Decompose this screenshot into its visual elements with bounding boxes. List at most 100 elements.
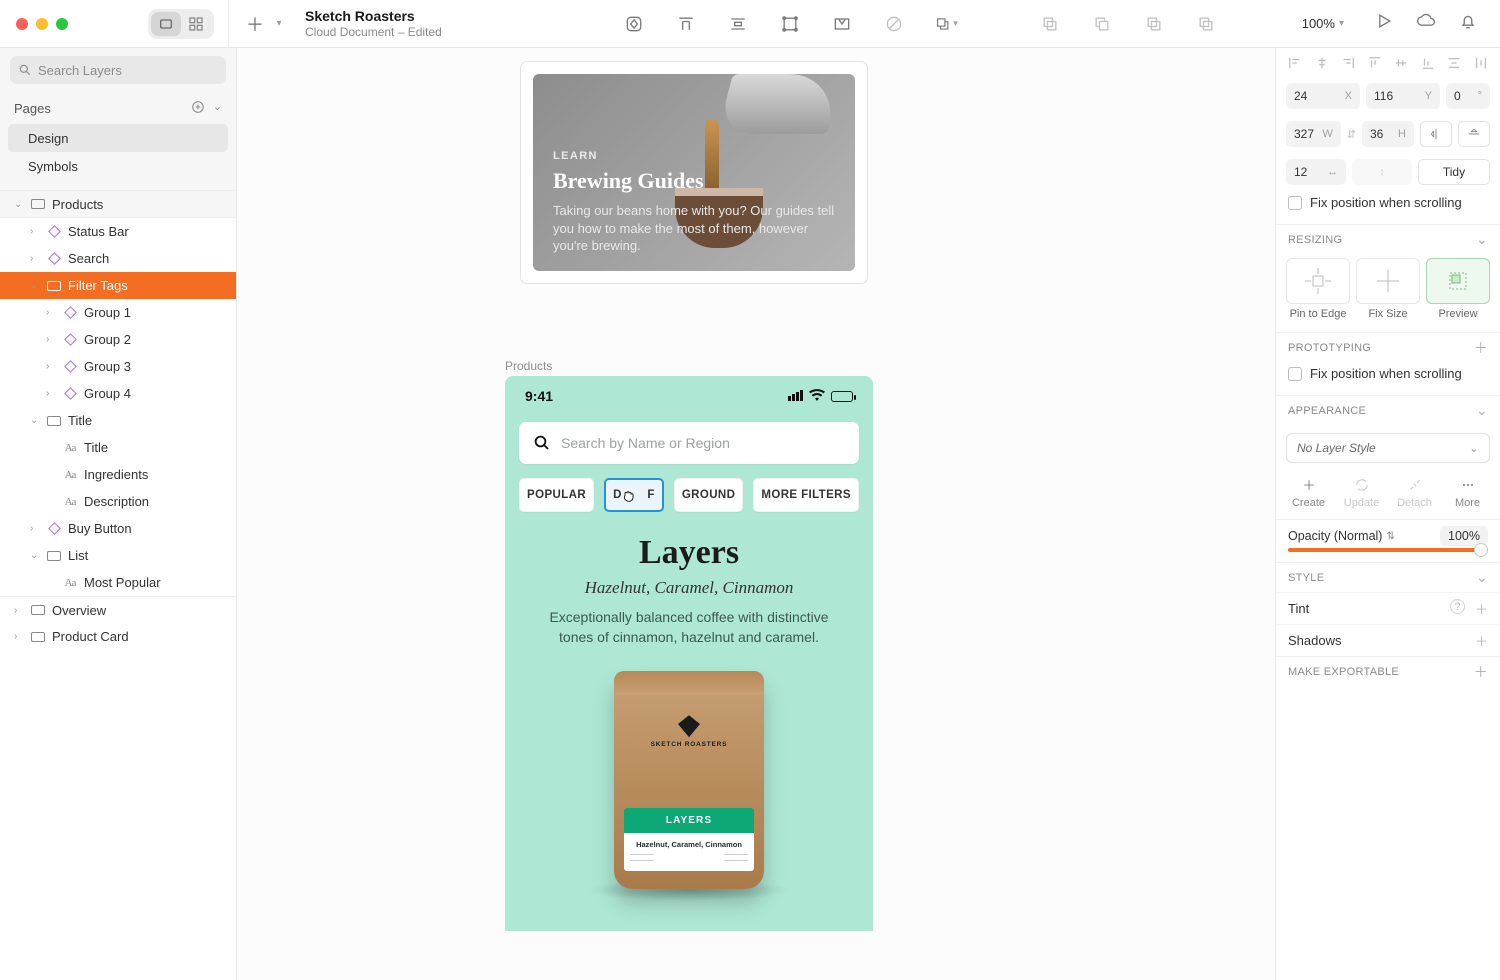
subtract-icon[interactable] bbox=[1090, 12, 1114, 36]
style-more-button[interactable]: More bbox=[1443, 477, 1493, 509]
products-artboard[interactable]: 9:41 Search by Name or Region POPULAR DE… bbox=[505, 376, 873, 931]
view-canvas-icon[interactable] bbox=[151, 12, 181, 36]
export-header[interactable]: MAKE EXPORTABLE＋ bbox=[1276, 656, 1500, 686]
add-page-icon[interactable] bbox=[191, 100, 205, 117]
align-bottom-icon[interactable] bbox=[1421, 56, 1435, 73]
page-item-design[interactable]: Design bbox=[8, 124, 228, 152]
layer-filter-tags[interactable]: ⌄Filter Tags bbox=[0, 272, 236, 299]
filter-ground[interactable]: GROUND bbox=[674, 478, 744, 512]
page-item-symbols[interactable]: Symbols bbox=[0, 152, 236, 180]
align-center-v-icon[interactable] bbox=[1394, 56, 1408, 73]
blend-mode-chevron-icon[interactable]: ⇅ bbox=[1386, 531, 1394, 542]
style-header[interactable]: STYLE⌄ bbox=[1276, 562, 1500, 592]
zoom-control[interactable]: 100%▾ bbox=[1302, 16, 1352, 31]
filter-more[interactable]: MORE FILTERS bbox=[753, 478, 859, 512]
y-field[interactable]: 116Y bbox=[1366, 83, 1440, 109]
filter-popular[interactable]: POPULAR bbox=[519, 478, 594, 512]
chevron-down-icon[interactable]: ⌄ bbox=[1476, 402, 1488, 419]
resize-preview-card[interactable] bbox=[1426, 258, 1490, 304]
pages-chevron-icon[interactable]: ⌄ bbox=[213, 100, 222, 117]
layer-ingredients-text[interactable]: AaIngredients bbox=[0, 461, 236, 488]
layer-description-text[interactable]: AaDescription bbox=[0, 488, 236, 515]
help-icon[interactable]: ? bbox=[1450, 599, 1465, 614]
distribute-v-icon[interactable] bbox=[1447, 56, 1461, 73]
layer-list-folder[interactable]: ⌄List bbox=[0, 542, 236, 569]
tidy-button[interactable]: Tidy bbox=[1418, 159, 1490, 185]
mask-tool-icon[interactable] bbox=[882, 12, 906, 36]
insert-menu-chevron-icon[interactable]: ▾ bbox=[267, 12, 291, 36]
notifications-bell-icon[interactable] bbox=[1458, 11, 1478, 36]
style-detach-button[interactable]: Detach bbox=[1390, 477, 1440, 509]
add-icon[interactable]: ＋ bbox=[1475, 599, 1488, 618]
opacity-slider[interactable] bbox=[1288, 548, 1488, 552]
h-field[interactable]: 36H bbox=[1362, 121, 1414, 147]
view-components-icon[interactable] bbox=[181, 12, 211, 36]
layer-style-select[interactable]: No Layer Style⌄ bbox=[1286, 433, 1490, 463]
layer-title-text[interactable]: AaTitle bbox=[0, 434, 236, 461]
layer-group-3[interactable]: ›Group 3 bbox=[0, 353, 236, 380]
layer-status-bar[interactable]: ›Status Bar bbox=[0, 218, 236, 245]
group-icon[interactable] bbox=[778, 12, 802, 36]
close-window-icon[interactable] bbox=[16, 18, 28, 30]
add-icon[interactable]: ＋ bbox=[1474, 338, 1488, 358]
smart-layout-icon[interactable] bbox=[830, 12, 854, 36]
minimize-window-icon[interactable] bbox=[36, 18, 48, 30]
align-left-icon[interactable] bbox=[1288, 56, 1302, 73]
align-right-icon[interactable] bbox=[1341, 56, 1355, 73]
resize-pin-card[interactable] bbox=[1286, 258, 1350, 304]
add-icon[interactable]: ＋ bbox=[1475, 631, 1488, 650]
angle-field[interactable]: 0° bbox=[1446, 83, 1490, 109]
style-create-button[interactable]: Create bbox=[1284, 477, 1334, 509]
difference-icon[interactable] bbox=[1194, 12, 1218, 36]
canvas[interactable]: LEARN Brewing Guides Taking our beans ho… bbox=[237, 48, 1275, 980]
maximize-window-icon[interactable] bbox=[56, 18, 68, 30]
filter-decaf[interactable]: DECAF D F bbox=[604, 478, 664, 512]
chevron-down-icon[interactable]: ⌄ bbox=[1476, 569, 1488, 586]
learn-card[interactable]: LEARN Brewing Guides Taking our beans ho… bbox=[520, 61, 868, 284]
flip-h-icon[interactable] bbox=[1420, 121, 1452, 147]
resize-fix-card[interactable] bbox=[1356, 258, 1420, 304]
x-field[interactable]: 24X bbox=[1286, 83, 1360, 109]
layer-overview-artboard[interactable]: ›Overview bbox=[0, 596, 236, 623]
add-icon[interactable]: ＋ bbox=[1474, 662, 1488, 682]
tint-row[interactable]: Tint?＋ bbox=[1276, 592, 1500, 624]
tree-root-products[interactable]: ⌄ Products bbox=[0, 191, 236, 218]
align-top-icon[interactable] bbox=[674, 12, 698, 36]
cloud-sync-icon[interactable] bbox=[1416, 11, 1436, 36]
union-icon[interactable] bbox=[1038, 12, 1062, 36]
layer-group-4[interactable]: ›Group 4 bbox=[0, 380, 236, 407]
align-top-icon[interactable] bbox=[1368, 56, 1382, 73]
layer-group-2[interactable]: ›Group 2 bbox=[0, 326, 236, 353]
symbol-tool-icon[interactable] bbox=[622, 12, 646, 36]
fix-position-checkbox-2[interactable]: Fix position when scrolling bbox=[1276, 362, 1500, 391]
layer-title-folder[interactable]: ⌄Title bbox=[0, 407, 236, 434]
preview-play-icon[interactable] bbox=[1374, 11, 1394, 36]
lock-aspect-icon[interactable]: ⇵ bbox=[1347, 128, 1356, 141]
layer-buy-button[interactable]: ›Buy Button bbox=[0, 515, 236, 542]
gap-v-field[interactable]: ↕ bbox=[1352, 159, 1412, 185]
align-center-h-icon[interactable] bbox=[1315, 56, 1329, 73]
insert-button[interactable]: ＋ bbox=[243, 12, 267, 36]
search-input[interactable]: Search Layers bbox=[10, 56, 226, 84]
shadows-row[interactable]: Shadows＋ bbox=[1276, 624, 1500, 656]
layer-group-1[interactable]: ›Group 1 bbox=[0, 299, 236, 326]
layer-search[interactable]: ›Search bbox=[0, 245, 236, 272]
distribute-h-icon[interactable] bbox=[1474, 56, 1488, 73]
intersect-icon[interactable] bbox=[1142, 12, 1166, 36]
w-field[interactable]: 327W bbox=[1286, 121, 1341, 147]
product-search-input[interactable]: Search by Name or Region bbox=[519, 422, 859, 464]
artboard-label[interactable]: Products bbox=[505, 359, 552, 373]
prototyping-header[interactable]: PROTOTYPING＋ bbox=[1276, 332, 1500, 362]
distribute-icon[interactable] bbox=[726, 12, 750, 36]
layer-product-card-artboard[interactable]: ›Product Card bbox=[0, 623, 236, 650]
resizing-header[interactable]: RESIZING⌄ bbox=[1276, 224, 1500, 254]
chevron-down-icon[interactable]: ⌄ bbox=[1476, 231, 1488, 248]
view-toggle[interactable] bbox=[148, 9, 214, 39]
appearance-header[interactable]: APPEARANCE⌄ bbox=[1276, 395, 1500, 425]
layer-most-popular-text[interactable]: AaMost Popular bbox=[0, 569, 236, 596]
fix-position-checkbox[interactable]: Fix position when scrolling bbox=[1276, 191, 1500, 220]
gap-field[interactable]: 12↔ bbox=[1286, 159, 1346, 185]
flip-v-icon[interactable] bbox=[1458, 121, 1490, 147]
resize-tool-icon[interactable]: ▾ bbox=[934, 12, 958, 36]
style-update-button[interactable]: Update bbox=[1337, 477, 1387, 509]
